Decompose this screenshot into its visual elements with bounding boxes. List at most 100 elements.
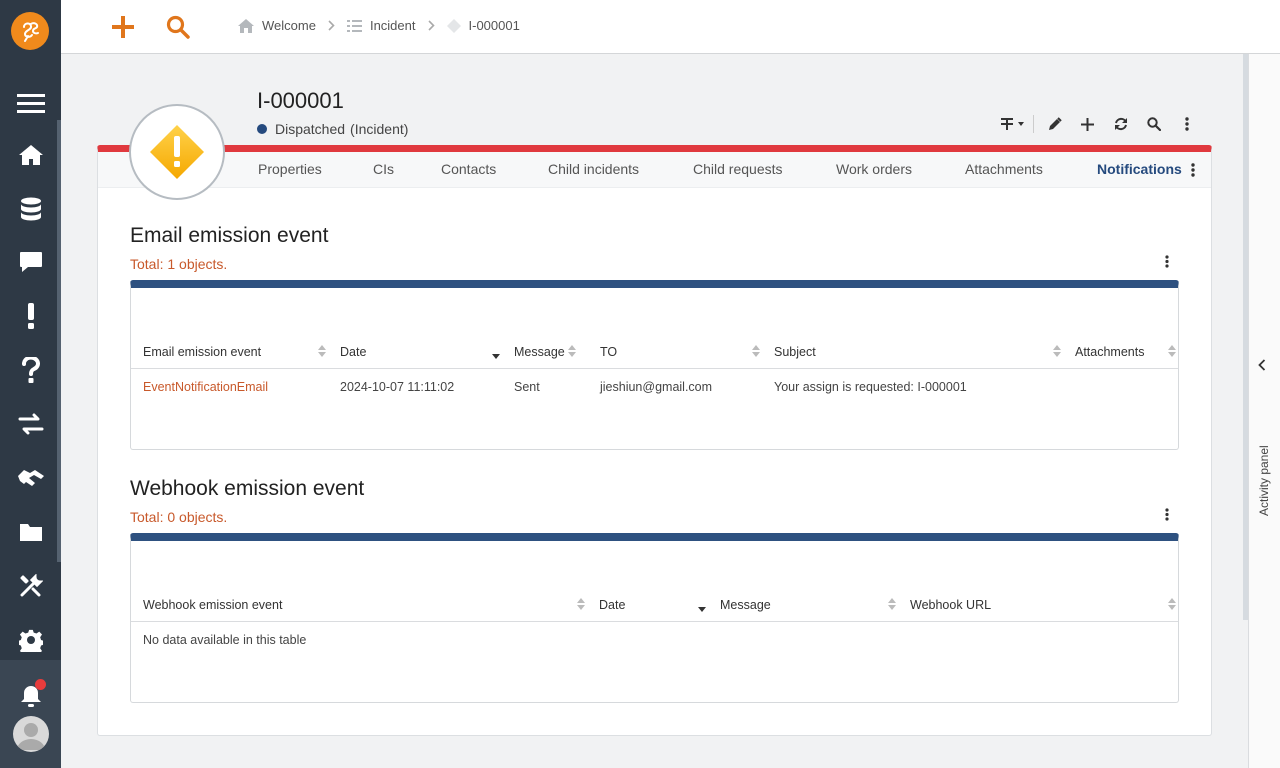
warning-diamond-icon xyxy=(150,125,204,179)
add-icon[interactable] xyxy=(108,12,138,42)
incident-icon-badge xyxy=(129,104,225,200)
gear-icon[interactable] xyxy=(0,620,61,660)
plus-icon xyxy=(1081,117,1094,131)
status-badge: Dispatched (Incident) xyxy=(257,121,408,137)
pencil-icon xyxy=(1048,117,1062,130)
avatar[interactable] xyxy=(13,716,49,752)
cell-message: Sent xyxy=(514,380,540,394)
page-title: I-000001 xyxy=(257,88,344,113)
webhook-section-total: Total: 0 objects. xyxy=(130,509,228,525)
sort-desc-icon[interactable] xyxy=(492,348,500,363)
layout-button[interactable] xyxy=(996,112,1029,136)
webhook-table-header: Webhook emission event Date Message Webh… xyxy=(131,588,1178,622)
tab-attachments[interactable]: Attachments xyxy=(965,161,1043,177)
database-icon[interactable] xyxy=(0,189,61,229)
tab-bar: Properties CIs Contacts Child incidents … xyxy=(98,152,1211,188)
handshake-icon[interactable] xyxy=(0,458,61,498)
list-icon xyxy=(346,19,362,32)
email-table: Email emission event Date Message TO Sub… xyxy=(130,280,1179,450)
column-header-message[interactable]: Message xyxy=(720,598,771,612)
empty-row: No data available in this table xyxy=(131,623,1178,659)
breadcrumb-label: Incident xyxy=(369,18,416,33)
chat-icon[interactable] xyxy=(0,242,61,282)
sort-icon[interactable] xyxy=(568,345,576,360)
layout-icon xyxy=(1000,118,1024,130)
menu-icon[interactable] xyxy=(0,83,61,123)
webhook-table: Webhook emission event Date Message Webh… xyxy=(130,533,1179,703)
email-section-kebab-icon[interactable] xyxy=(1165,255,1169,271)
home-icon xyxy=(238,18,254,33)
column-header-attachments[interactable]: Attachments xyxy=(1075,345,1144,359)
webhook-section-kebab-icon[interactable] xyxy=(1165,508,1169,524)
sort-icon[interactable] xyxy=(752,345,760,360)
cell-to: jieshiun@gmail.com xyxy=(600,380,713,394)
breadcrumb-welcome[interactable]: Welcome xyxy=(238,18,316,33)
search-icon[interactable] xyxy=(163,12,193,42)
tab-contacts[interactable]: Contacts xyxy=(441,161,496,177)
folder-icon[interactable] xyxy=(0,512,61,552)
email-table-header: Email emission event Date Message TO Sub… xyxy=(131,335,1178,369)
empty-table-text: No data available in this table xyxy=(143,633,307,647)
column-header-webhook-url[interactable]: Webhook URL xyxy=(910,598,991,612)
swap-icon[interactable] xyxy=(0,404,61,444)
sort-icon[interactable] xyxy=(1168,598,1176,613)
column-header-webhook-event[interactable]: Webhook emission event xyxy=(143,598,282,612)
webhook-section-title: Webhook emission event xyxy=(130,477,365,500)
sort-icon[interactable] xyxy=(1168,345,1176,360)
toolbar-divider xyxy=(1033,115,1034,133)
top-bar: Welcome Incident I-000001 xyxy=(61,0,1280,54)
tools-icon[interactable] xyxy=(0,566,61,606)
status-text: Dispatched xyxy=(275,121,346,137)
sort-icon[interactable] xyxy=(318,345,326,360)
new-button[interactable] xyxy=(1071,112,1104,136)
app-logo[interactable] xyxy=(11,12,49,50)
kebab-icon xyxy=(1184,117,1189,131)
column-header-subject[interactable]: Subject xyxy=(774,345,816,359)
main-scrollbar[interactable] xyxy=(1243,54,1248,620)
sort-icon[interactable] xyxy=(888,598,896,613)
bell-icon[interactable] xyxy=(0,676,61,716)
sort-icon[interactable] xyxy=(1053,345,1061,360)
tab-notifications[interactable]: Notifications xyxy=(1097,161,1182,177)
sort-desc-icon[interactable] xyxy=(698,601,706,616)
home-icon[interactable] xyxy=(0,135,61,175)
more-button[interactable] xyxy=(1170,112,1203,136)
activity-panel[interactable]: Activity panel xyxy=(1243,54,1280,768)
column-header-email-event[interactable]: Email emission event xyxy=(143,345,261,359)
breadcrumb-label: Welcome xyxy=(262,18,316,33)
tab-work-orders[interactable]: Work orders xyxy=(836,161,912,177)
breadcrumb-label: I-000001 xyxy=(468,18,520,33)
column-header-date[interactable]: Date xyxy=(599,598,625,612)
chevron-left-icon[interactable] xyxy=(1258,359,1266,374)
cell-date: 2024-10-07 11:11:02 xyxy=(340,380,455,394)
left-nav xyxy=(0,0,61,768)
notification-dot xyxy=(35,679,46,690)
question-icon[interactable] xyxy=(0,350,61,390)
cell-subject: Your assign is requested: I-000001 xyxy=(774,380,967,394)
edit-button[interactable] xyxy=(1038,112,1071,136)
tab-child-requests[interactable]: Child requests xyxy=(693,161,783,177)
logo-icon xyxy=(23,22,39,42)
diamond-icon xyxy=(446,18,461,33)
search-record-button[interactable] xyxy=(1137,112,1170,136)
breadcrumb-incident[interactable]: Incident xyxy=(346,18,416,33)
column-header-date[interactable]: Date xyxy=(340,345,366,359)
refresh-icon xyxy=(1114,117,1127,131)
record-toolbar xyxy=(996,112,1203,136)
breadcrumb-current[interactable]: I-000001 xyxy=(446,18,520,33)
email-event-link[interactable]: EventNotificationEmail xyxy=(143,380,268,394)
chevron-right-icon xyxy=(328,20,335,31)
column-header-to[interactable]: TO xyxy=(600,345,617,359)
tab-properties[interactable]: Properties xyxy=(258,161,322,177)
search-icon xyxy=(1146,117,1161,131)
status-type: (Incident) xyxy=(350,121,409,137)
tabs-more-icon[interactable] xyxy=(1191,163,1195,180)
chevron-right-icon xyxy=(427,20,435,31)
table-row[interactable]: EventNotificationEmail 2024-10-07 11:11:… xyxy=(131,370,1178,406)
tab-cis[interactable]: CIs xyxy=(373,161,394,177)
tab-child-incidents[interactable]: Child incidents xyxy=(548,161,639,177)
column-header-message[interactable]: Message xyxy=(514,345,565,359)
exclamation-icon[interactable] xyxy=(0,296,61,336)
refresh-button[interactable] xyxy=(1104,112,1137,136)
sort-icon[interactable] xyxy=(577,598,585,613)
